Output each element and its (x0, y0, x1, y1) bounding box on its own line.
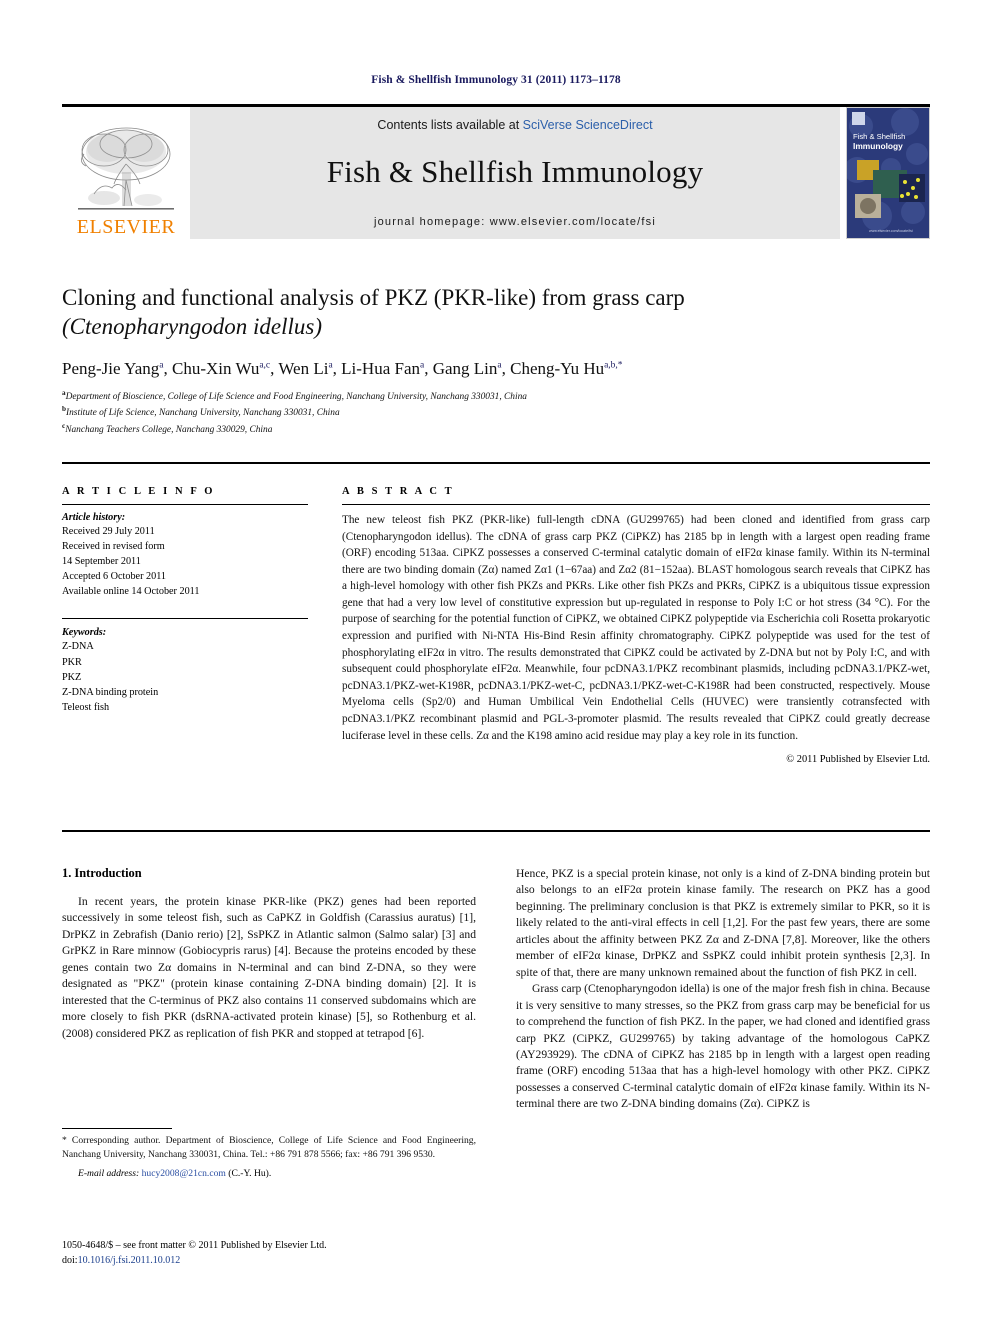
body-column-left: 1. Introduction In recent years, the pro… (62, 866, 476, 1113)
corresponding-author-text: * Corresponding author. Department of Bi… (62, 1135, 476, 1160)
abstract-column: A B S T R A C T The new teleost fish PKZ… (342, 486, 930, 765)
cover-art: Fish & Shellfish Immunology www.elsevier… (847, 108, 929, 238)
abstract-heading: A B S T R A C T (342, 486, 455, 497)
keyword-item: Z-DNA (62, 641, 94, 653)
title-species: (Ctenopharyngodon idellus) (62, 313, 322, 339)
affiliation-text: Department of Bioscience, College of Lif… (65, 392, 527, 403)
author-affil-mark: a (328, 360, 333, 371)
abstract-copyright: © 2011 Published by Elsevier Ltd. (786, 754, 930, 766)
email-link[interactable]: hucy2008@21cn.com (142, 1168, 226, 1179)
author-name: Gang Lin (432, 358, 498, 378)
author-affil-mark: a,b,* (604, 360, 623, 371)
author: Cheng-Yu Hua,b,* (510, 359, 622, 378)
email-suffix: (C.-Y. Hu). (228, 1168, 272, 1179)
affiliation: bInstitute of Life Science, Nanchang Uni… (62, 404, 930, 420)
footnote-rule (62, 1128, 172, 1129)
paper-page: Fish & Shellfish Immunology 31 (2011) 11… (0, 0, 992, 1323)
author: Peng-Jie Yanga (62, 359, 164, 378)
author: Li-Hua Fana (341, 359, 424, 378)
author-list: Peng-Jie Yanga, Chu-Xin Wua,c, Wen Lia, … (62, 358, 623, 378)
email-label: E-mail address: (78, 1168, 140, 1179)
journal-cover-thumbnail: Fish & Shellfish Immunology www.elsevier… (846, 107, 930, 239)
history-line: 14 September 2011 (62, 556, 141, 568)
keywords-rule (62, 618, 308, 620)
body-paragraph: Grass carp (Ctenopharyngodon idella) is … (516, 982, 930, 1111)
affiliation-list: aDepartment of Bioscience, College of Li… (62, 388, 930, 437)
article-history-label: Article history: (62, 512, 126, 523)
keywords-label: Keywords: (62, 627, 107, 639)
keyword-item: PKZ (62, 671, 82, 683)
issn-doi-block: 1050-4648/$ – see front matter © 2011 Pu… (62, 1238, 562, 1268)
abstract-body: The new teleost fish PKZ (PKR-like) full… (342, 514, 930, 742)
doi-line: doi:10.1016/j.fsi.2011.10.012 (62, 1253, 562, 1268)
title-block: Cloning and functional analysis of PKZ (… (62, 284, 930, 437)
body-paragraph: In recent years, the protein kinase PKR-… (62, 895, 476, 1040)
elsevier-logo: ELSEVIER (62, 107, 190, 239)
author-affil-mark: a (497, 360, 502, 371)
contents-available-line: Contents lists available at SciVerse Sci… (377, 118, 652, 132)
journal-masthead: ELSEVIER Contents lists available at Sci… (62, 104, 930, 239)
affiliation: cNanchang Teachers College, Nanchang 330… (62, 421, 930, 437)
author: Gang Lina (433, 359, 502, 378)
author-affil-mark: a (159, 360, 164, 371)
author-name: Chu-Xin Wu (172, 358, 260, 378)
sciencedirect-link[interactable]: SciVerse ScienceDirect (523, 118, 653, 132)
history-line: Accepted 6 October 2011 (62, 571, 167, 583)
doi-prefix: doi: (62, 1255, 78, 1266)
body-columns: 1. Introduction In recent years, the pro… (62, 866, 930, 1113)
body-paragraph: Hence, PKZ is a special protein kinase, … (516, 867, 930, 979)
svg-text:Fish & Shellfish: Fish & Shellfish (853, 132, 905, 141)
page-title: Cloning and functional analysis of PKZ (… (62, 284, 930, 342)
info-abstract-row: A R T I C L E I N F O Article history: R… (62, 486, 930, 765)
article-info-rule (62, 504, 308, 505)
contents-prefix: Contents lists available at (377, 118, 523, 132)
title-line-1: Cloning and functional analysis of PKZ (… (62, 285, 685, 310)
history-line: Received 29 July 2011 (62, 526, 155, 537)
keyword-item: Z-DNA binding protein (62, 686, 159, 698)
journal-title: Fish & Shellfish Immunology (326, 154, 704, 189)
author: Chu-Xin Wua,c (172, 359, 270, 378)
author-name: Li-Hua Fan (341, 358, 420, 378)
article-info-heading: A R T I C L E I N F O (62, 486, 216, 497)
corresponding-author-footnote: * Corresponding author. Department of Bi… (62, 1128, 476, 1179)
svg-text:Immunology: Immunology (853, 141, 903, 151)
elsevier-tree-icon (78, 127, 174, 210)
history-line: Received in revised form (62, 541, 165, 553)
section-divider-top (62, 462, 930, 464)
author-affil-mark: a (420, 360, 425, 371)
keyword-item: PKR (62, 656, 82, 668)
keyword-item: Teleost fish (62, 701, 110, 713)
author: Wen Lia (278, 359, 332, 378)
history-line: Available online 14 October 2011 (62, 586, 200, 598)
running-head: Fish & Shellfish Immunology 31 (2011) 11… (371, 74, 621, 86)
svg-text:www.elsevier.com/locate/fsi: www.elsevier.com/locate/fsi (869, 229, 913, 233)
abstract-rule (342, 504, 930, 505)
affiliation-text: Nanchang Teachers College, Nanchang 3300… (65, 424, 273, 435)
issn-line: 1050-4648/$ – see front matter © 2011 Pu… (62, 1240, 327, 1251)
journal-homepage[interactable]: journal homepage: www.elsevier.com/locat… (374, 216, 656, 228)
article-info-column: A R T I C L E I N F O Article history: R… (62, 486, 308, 765)
doi-link[interactable]: 10.1016/j.fsi.2011.10.012 (78, 1255, 181, 1266)
author-affil-mark: a,c (259, 360, 271, 371)
journal-band: Contents lists available at SciVerse Sci… (190, 107, 840, 239)
affiliation-text: Institute of Life Science, Nanchang Univ… (66, 408, 340, 419)
author-name: Cheng-Yu Hu (510, 358, 605, 378)
author-name: Wen Li (278, 358, 329, 378)
email-line: E-mail address: hucy2008@21cn.com (C.-Y.… (62, 1168, 476, 1179)
section-heading-introduction: 1. Introduction (62, 866, 142, 880)
section-divider-bottom (62, 830, 930, 832)
author-name: Peng-Jie Yang (62, 358, 160, 378)
elsevier-wordmark: ELSEVIER (76, 216, 176, 238)
affiliation: aDepartment of Bioscience, College of Li… (62, 388, 930, 404)
body-column-right: Hence, PKZ is a special protein kinase, … (516, 866, 930, 1113)
